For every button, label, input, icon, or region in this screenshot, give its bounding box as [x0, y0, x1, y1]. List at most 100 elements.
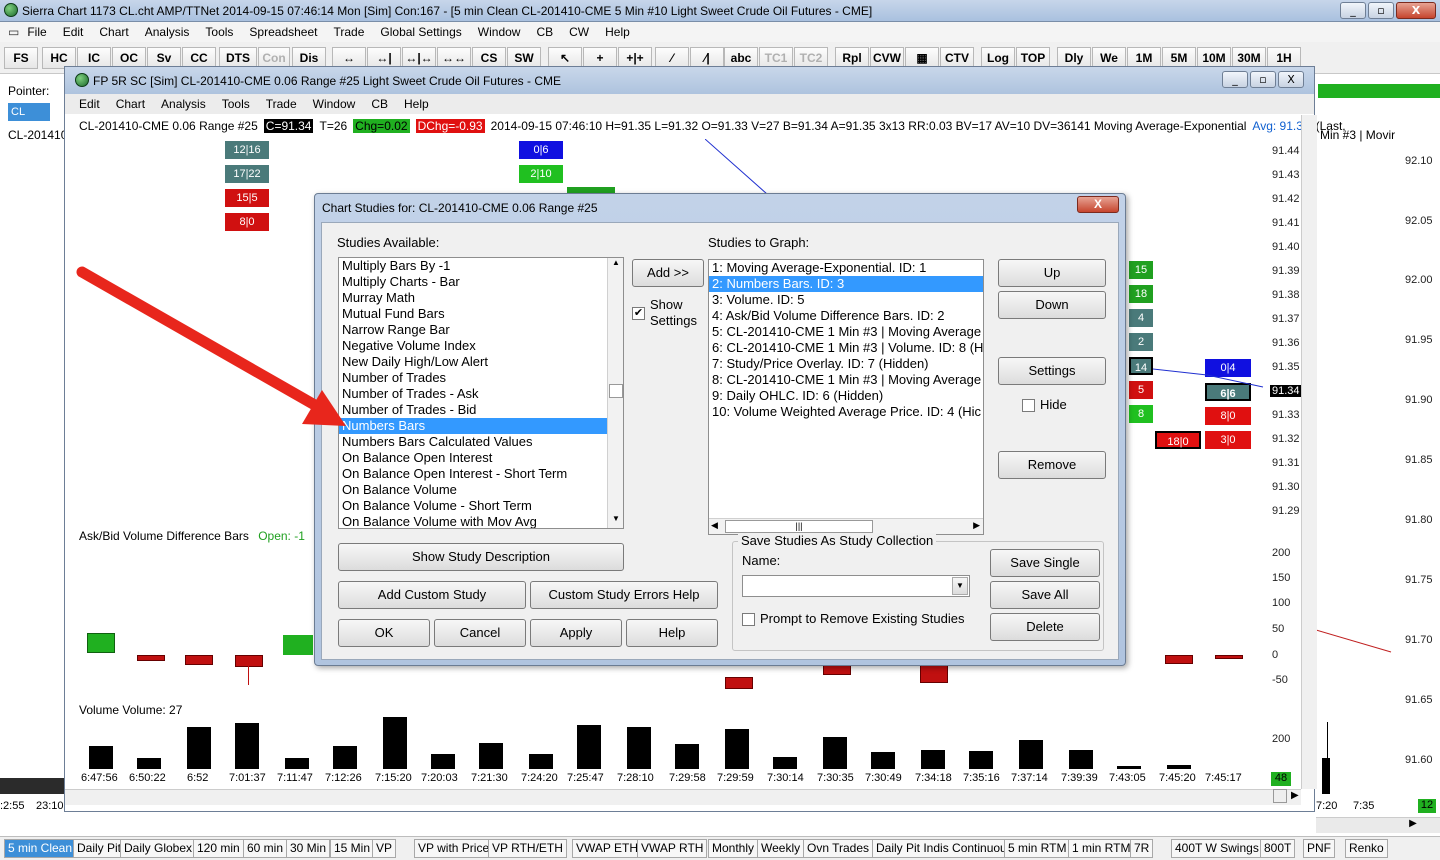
chartbook-tab[interactable]: 15 Min — [330, 839, 375, 858]
menu-edit[interactable]: Edit — [55, 25, 92, 39]
available-study-item[interactable]: Number of Trades — [339, 370, 623, 386]
available-list-scroll-thumb[interactable] — [609, 384, 623, 398]
move-down-button[interactable]: Down — [998, 291, 1106, 319]
chartbook-tab[interactable]: PNF — [1303, 839, 1335, 858]
delete-button[interactable]: Delete — [990, 613, 1100, 641]
help-button[interactable]: Help — [626, 619, 718, 647]
scroll-up-arrow-icon[interactable]: ▲ — [609, 258, 623, 272]
scroll-left-icon[interactable]: ◀ — [711, 520, 718, 531]
inner-close-button[interactable]: X — [1278, 71, 1304, 88]
chartbook-tab[interactable]: 7R — [1130, 839, 1154, 858]
inner-minimize-button[interactable]: _ — [1222, 71, 1248, 88]
chartbook-tab[interactable]: Renko — [1345, 839, 1388, 858]
chartbook-tab[interactable]: 30 Min — [286, 839, 331, 858]
chevron-down-icon[interactable]: ▼ — [952, 577, 968, 595]
menu-spreadsheet[interactable]: Spreadsheet — [241, 25, 325, 39]
chartbook-tab[interactable]: 120 min — [193, 839, 244, 858]
graph-study-item[interactable]: 9: Daily OHLC. ID: 6 (Hidden) — [709, 388, 983, 404]
available-list-scrollbar[interactable]: ▲ ▼ — [607, 258, 623, 528]
studies-available-list[interactable]: Multiply Bars By -1 Multiply Charts - Bar… — [338, 257, 624, 529]
graph-study-item[interactable]: 10: Volume Weighted Average Price. ID: 4… — [709, 404, 983, 420]
hide-checkbox[interactable] — [1022, 399, 1035, 412]
available-study-item[interactable]: Numbers Bars — [339, 418, 623, 434]
graph-study-item[interactable]: 5: CL-201410-CME 1 Min #3 | Moving Avera… — [709, 324, 983, 340]
scroll-right-arrow-icon[interactable]: ▶ — [1404, 818, 1422, 832]
prompt-remove-checkbox[interactable] — [742, 613, 755, 626]
graph-study-item[interactable]: 2: Numbers Bars. ID: 3 — [709, 276, 983, 292]
add-study-button[interactable]: Add >> — [632, 259, 704, 287]
chartbook-tab[interactable]: VWAP RTH — [637, 839, 708, 858]
graph-study-item[interactable]: 6: CL-201410-CME 1 Min #3 | Volume. ID: … — [709, 340, 983, 356]
graph-study-item[interactable]: 3: Volume. ID: 5 — [709, 292, 983, 308]
toolbar-fs-button[interactable]: FS — [4, 47, 38, 69]
chartbook-tab[interactable]: VP with Price — [414, 839, 494, 858]
available-study-item[interactable]: Multiply Charts - Bar — [339, 274, 623, 290]
chartbook-tab[interactable]: 60 min — [243, 839, 288, 858]
scroll-right-icon[interactable]: ▶ — [1291, 790, 1299, 801]
chartbook-tab[interactable]: 5 min Clean — [4, 839, 77, 858]
chartbook-tab[interactable]: VP RTH/ETH — [488, 839, 567, 858]
available-study-item[interactable]: On Balance Volume — [339, 482, 623, 498]
save-single-button[interactable]: Save Single — [990, 549, 1100, 577]
chart-horizontal-scrollbar[interactable] — [65, 789, 1301, 805]
cancel-button[interactable]: Cancel — [434, 619, 526, 647]
inner-menu-window[interactable]: Window — [305, 97, 364, 111]
menu-cb[interactable]: CB — [528, 25, 561, 39]
menu-cw[interactable]: CW — [561, 25, 597, 39]
inner-menu-edit[interactable]: Edit — [71, 97, 108, 111]
menu-trade[interactable]: Trade — [325, 25, 372, 39]
apply-button[interactable]: Apply — [530, 619, 622, 647]
available-study-item[interactable]: New Daily High/Low Alert — [339, 354, 623, 370]
chartbook-tab[interactable]: Daily Globex — [120, 839, 197, 858]
inner-menu-help[interactable]: Help — [396, 97, 437, 111]
available-study-item[interactable]: Number of Trades - Bid — [339, 402, 623, 418]
inner-menu-analysis[interactable]: Analysis — [153, 97, 214, 111]
custom-study-errors-help-button[interactable]: Custom Study Errors Help — [530, 581, 718, 609]
graph-study-item[interactable]: 4: Ask/Bid Volume Difference Bars. ID: 2 — [709, 308, 983, 324]
chartbook-tab[interactable]: 800T — [1260, 839, 1296, 858]
scroll-down-arrow-icon[interactable]: ▼ — [609, 514, 623, 528]
inner-maximize-button[interactable]: ▫ — [1250, 71, 1276, 88]
available-study-item[interactable]: Number of Trades - Ask — [339, 386, 623, 402]
graph-list-hscrollbar[interactable]: ◀ ||| ▶ — [709, 518, 983, 534]
inner-menu-cb[interactable]: CB — [363, 97, 396, 111]
chartbook-tab[interactable]: VP — [372, 839, 397, 858]
graph-study-item[interactable]: 8: CL-201410-CME 1 Min #3 | Moving Avera… — [709, 372, 983, 388]
menu-file[interactable]: File — [19, 25, 54, 39]
inner-menu-chart[interactable]: Chart — [108, 97, 153, 111]
collection-name-combo[interactable]: ▼ — [742, 575, 970, 597]
menu-tools[interactable]: Tools — [197, 25, 241, 39]
chartbook-tab[interactable]: Weekly — [757, 839, 805, 858]
chartbook-tab[interactable]: Daily Pit Indis Continuous — [872, 839, 1017, 858]
chartbook-tab[interactable]: Daily Pit — [73, 839, 126, 858]
menu-window[interactable]: Window — [470, 25, 529, 39]
available-study-item[interactable]: On Balance Open Interest - Short Term — [339, 466, 623, 482]
chartbook-tab[interactable]: 1 min RTM — [1068, 839, 1135, 858]
available-study-item[interactable]: On Balance Open Interest — [339, 450, 623, 466]
scroll-thumb[interactable] — [1273, 789, 1287, 803]
available-study-item[interactable]: Numbers Bars Calculated Values — [339, 434, 623, 450]
available-study-item[interactable]: Murray Math — [339, 290, 623, 306]
menu-chart[interactable]: Chart — [91, 25, 136, 39]
chartbook-tab[interactable]: VWAP ETH — [572, 839, 643, 858]
remove-study-button[interactable]: Remove — [998, 451, 1106, 479]
graph-study-item[interactable]: 7: Study/Price Overlay. ID: 7 (Hidden) — [709, 356, 983, 372]
save-all-button[interactable]: Save All — [990, 581, 1100, 609]
available-study-item[interactable]: Mutual Fund Bars — [339, 306, 623, 322]
symbol-tab[interactable]: CL — [8, 103, 50, 121]
chartbook-tab[interactable]: 5 min RTM — [1004, 839, 1071, 858]
study-settings-button[interactable]: Settings — [998, 357, 1106, 385]
inner-menu-trade[interactable]: Trade — [258, 97, 305, 111]
show-settings-checkbox[interactable]: ✔ — [632, 307, 645, 320]
add-custom-study-button[interactable]: Add Custom Study — [338, 581, 526, 609]
dialog-close-button[interactable]: X — [1077, 196, 1119, 213]
available-study-item[interactable]: On Balance Volume with Mov Avg — [339, 514, 623, 528]
move-up-button[interactable]: Up — [998, 259, 1106, 287]
maximize-button[interactable]: ▫ — [1368, 2, 1394, 19]
graph-list-scroll-thumb[interactable]: ||| — [725, 520, 873, 533]
studies-to-graph-list[interactable]: 1: Moving Average-Exponential. ID: 1 2: N… — [708, 259, 984, 535]
inner-menu-tools[interactable]: Tools — [214, 97, 258, 111]
document-icon[interactable]: ▭ — [8, 25, 19, 39]
graph-study-item[interactable]: 1: Moving Average-Exponential. ID: 1 — [709, 260, 983, 276]
minimize-button[interactable]: _ — [1340, 2, 1366, 19]
